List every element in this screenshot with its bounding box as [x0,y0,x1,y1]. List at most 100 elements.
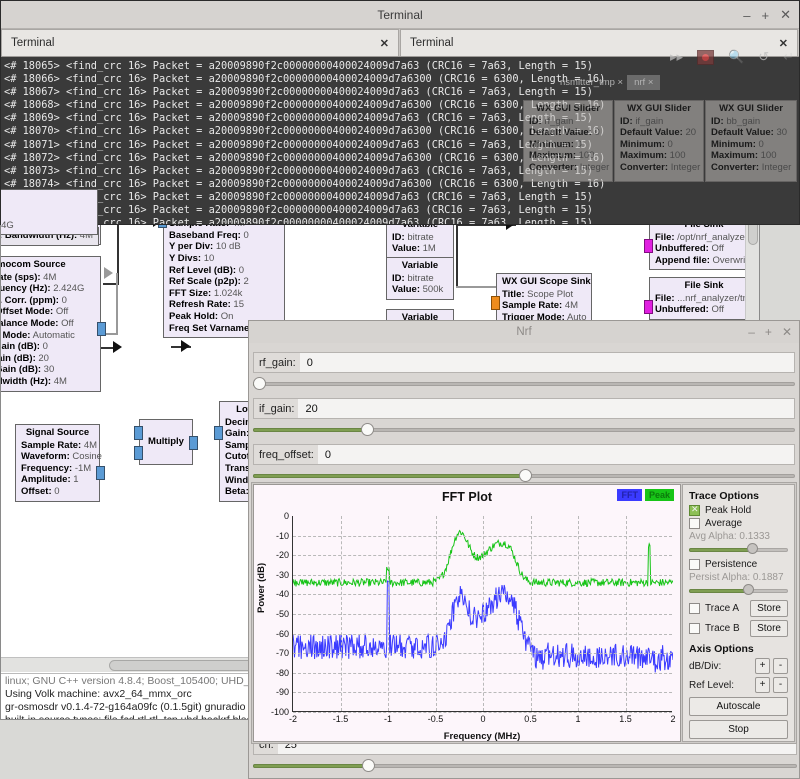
slider-knob[interactable] [519,469,532,482]
search-icon[interactable]: 🔍 [728,49,744,65]
trace-b-label: Trace B [705,623,745,634]
grc-tab-nrf[interactable]: nrf × [627,75,660,90]
grc-tabstrip-overlay[interactable]: nsmitter_tmp × nrf × [560,72,800,92]
rf-gain-slider[interactable] [253,375,795,392]
row-key: Ref Level (dB): [169,265,236,276]
peak-hold-row[interactable]: Peak Hold [689,505,788,516]
nrf-titlebar[interactable]: Nrf – + ✕ [249,321,799,343]
stop-button[interactable]: Stop [689,720,788,739]
input-port[interactable] [214,426,223,440]
block-variable-fc[interactable]: ID: fc Value: 2.424G [0,189,98,235]
persist-alpha-slider[interactable] [689,584,788,597]
ref-level-minus-button[interactable]: - [773,677,788,693]
db-div-plus-button[interactable]: + [755,658,770,674]
row-key: Minimum: [620,139,665,150]
slider-knob[interactable] [361,423,374,436]
input-port[interactable] [644,239,653,253]
freq-offset-field[interactable]: freq_offset: 0 [253,444,795,465]
output-port[interactable] [96,466,105,480]
block-file-sink-2[interactable]: File Sink File: ...nrf_analyzer/tmp.raw … [649,277,759,320]
block-variable-bitrate[interactable]: Variable ID: bitrate Value: 500k [386,257,454,300]
input-port[interactable] [644,300,653,314]
persistence-row[interactable]: Persistence [689,559,788,570]
legend-fft[interactable]: FFT [617,489,642,501]
close-icon[interactable]: ✕ [782,325,792,339]
trace-b-store-button[interactable]: Store [750,620,788,637]
slider-group-freq-offset: freq_offset: 0 [249,444,799,484]
y-axis-tick: -40 [276,589,289,599]
undo-icon[interactable]: ↺ [758,49,769,65]
if-gain-slider[interactable] [253,421,795,438]
autoscale-button[interactable]: Autoscale [689,697,788,716]
grid-line [293,712,672,713]
if-gain-field[interactable]: if_gain: 20 [253,398,795,419]
average-checkbox[interactable] [689,518,700,529]
input-port-1[interactable] [134,446,143,460]
close-icon[interactable]: ✕ [780,7,791,23]
terminal-tab-0[interactable]: Terminal ✕ [1,29,399,56]
slider-knob[interactable] [253,377,266,390]
ref-level-plus-button[interactable]: + [755,677,770,693]
row-key: Beta: [225,486,249,497]
block-signal-source[interactable]: Signal Source Sample Rate: 4M Waveform: … [15,424,100,502]
row-value: 4M [54,376,67,387]
average-row[interactable]: Average [689,518,788,529]
block-title: WX GUI Slider [711,103,791,115]
row-key: Ch0: RF Gain (dB): [0,341,40,352]
row-value: 100 [579,150,595,161]
minimize-icon[interactable]: – [743,8,750,23]
peak-hold-checkbox[interactable] [689,505,700,516]
close-icon[interactable]: ✕ [380,37,389,50]
terminal-titlebar[interactable]: Terminal – + ✕ [1,1,799,29]
block-multiply[interactable]: Multiply [139,419,193,465]
trace-b-checkbox[interactable] [689,623,700,634]
output-port[interactable] [97,322,106,336]
trace-a-store-button[interactable]: Store [750,600,788,617]
grc-toolbar-overlay[interactable]: ▸▸ 🔍 ↺ ↵ [670,44,794,70]
db-div-minus-button[interactable]: - [773,658,788,674]
tab-label: Terminal [410,37,453,49]
minimize-icon[interactable]: – [748,325,755,339]
ch-slider[interactable] [253,757,797,774]
block-wx-gui-slider-bb-gain[interactable]: WX GUI Slider ID: bb_gain Default Value:… [705,100,797,182]
persistence-checkbox[interactable] [689,559,700,570]
slider-knob[interactable] [362,759,375,772]
output-port[interactable] [189,436,198,450]
row-key: Unbuffered: [655,304,709,315]
row-key: Ch0: IF Gain (dB): [0,353,36,364]
play-icon[interactable]: ▸▸ [670,49,683,65]
avg-alpha-slider[interactable] [689,543,788,556]
input-port-0[interactable] [134,426,143,440]
grc-tab-transmitter-tmp[interactable]: nsmitter_tmp × [560,77,623,88]
grid-line [388,516,389,711]
slider-knob[interactable] [747,543,758,554]
row-key: ID: [392,273,405,284]
rf-gain-field[interactable]: rf_gain: 0 [253,352,795,373]
block-wx-gui-slider-if-gain[interactable]: WX GUI Slider ID: if_gain Default Value:… [614,100,704,182]
stop-icon[interactable] [697,50,714,65]
block-wx-gui-slider-rf-gain[interactable]: WX GUI Slider ID: rf_gain Default Value:… [523,100,613,182]
row-key: ID: [620,116,633,127]
maximize-icon[interactable]: + [765,325,772,339]
row-key: Default Value: [711,127,774,138]
row-value: 1.024k [214,288,243,299]
grc-sliders-overlay: WX GUI Slider ID: rf_gain Default Value:… [523,100,800,182]
trace-b-row[interactable]: Trace B Store [689,620,788,637]
block-osmocom-source[interactable]: Osmocom Source Sample Rate (sps): 4M Ch0… [0,256,101,392]
terminal-window-title: Terminal [377,8,422,22]
row-value: 4M [84,440,97,451]
x-axis-tick: -0.5 [428,714,444,724]
freq-offset-label: freq_offset: [254,445,318,464]
maximize-icon[interactable]: + [762,8,770,23]
row-key: Sample Rate (sps): [0,272,41,283]
row-value: rf_gain [544,116,573,127]
legend-peak[interactable]: Peak [645,489,674,501]
axis-options-title: Axis Options [689,643,788,655]
enter-icon[interactable]: ↵ [783,49,794,65]
row-key: Y per Div: [169,241,213,252]
trace-a-checkbox[interactable] [689,603,700,614]
trace-a-row[interactable]: Trace A Store [689,600,788,617]
input-port[interactable] [491,296,500,310]
slider-knob[interactable] [743,584,754,595]
fft-plot[interactable]: FFT Plot FFT Peak 0-10-20-30-40-50-60-70… [253,484,681,742]
